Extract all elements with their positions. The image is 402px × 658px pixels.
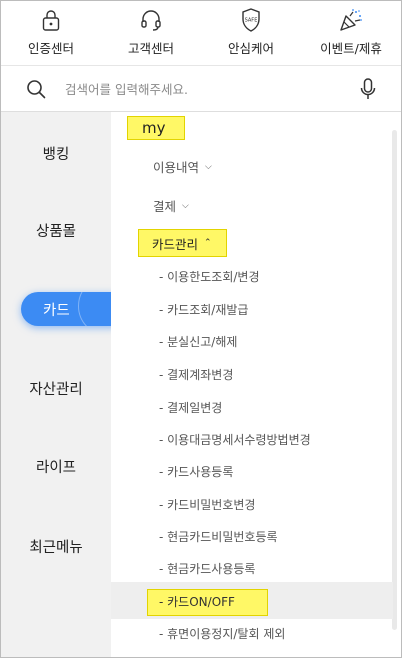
menu-item-card-on-off[interactable]: - 카드ON/OFF bbox=[147, 589, 268, 616]
category-asset-management[interactable]: 자산관리 bbox=[1, 371, 111, 405]
menu-label: 이용내역 bbox=[153, 160, 200, 175]
search-icon[interactable] bbox=[25, 78, 47, 100]
shortcut-auth-center[interactable]: 인증센터 bbox=[3, 7, 99, 57]
card-menu-panel: my 이용내역 ⌵ 결제 ⌵ 카드관리 ⌃ - 이용한도조회/변경 - 카드조회… bbox=[111, 112, 401, 657]
shortcut-label: 이벤트/제휴 bbox=[320, 41, 382, 56]
shield-badge-text: SAFE bbox=[245, 18, 258, 24]
shortcut-event[interactable]: 이벤트/제휴 bbox=[303, 7, 399, 57]
menu-item-card-use-register[interactable]: - 카드사용등록 bbox=[159, 462, 233, 482]
menu-usage-history[interactable]: 이용내역 ⌵ bbox=[153, 157, 212, 176]
category-card-label: 카드 bbox=[43, 302, 70, 319]
category-life[interactable]: 라이프 bbox=[1, 449, 111, 483]
shortcut-customer-center[interactable]: 고객센터 bbox=[103, 7, 199, 57]
menu-payment[interactable]: 결제 ⌵ bbox=[153, 196, 189, 215]
shortcut-label: 인증센터 bbox=[27, 41, 74, 56]
scrollbar[interactable] bbox=[392, 130, 397, 630]
category-recent-menu[interactable]: 최근메뉴 bbox=[1, 529, 111, 563]
app-frame: 인증센터 고객센터 SAFE 안심케어 이벤트/제휴 검색어를 입력해주세요. … bbox=[0, 0, 402, 658]
menu-item-payment-account[interactable]: - 결제계좌변경 bbox=[159, 365, 233, 385]
shortcut-bar: 인증센터 고객센터 SAFE 안심케어 이벤트/제휴 bbox=[1, 1, 401, 65]
microphone-icon[interactable] bbox=[357, 77, 379, 101]
chevron-up-icon: ⌃ bbox=[204, 238, 212, 248]
menu-label: 카드관리 bbox=[152, 236, 199, 252]
lock-icon bbox=[38, 7, 64, 33]
shortcut-label: 고객센터 bbox=[127, 41, 174, 56]
menu-item-card-password[interactable]: - 카드비밀번호변경 bbox=[159, 495, 255, 515]
menu-label: 결제 bbox=[153, 199, 177, 214]
menu-item-statement-method[interactable]: - 이용대금명세서수령방법변경 bbox=[159, 430, 311, 450]
menu-card-management[interactable]: 카드관리 ⌃ bbox=[138, 229, 227, 257]
shield-safe-icon: SAFE bbox=[238, 7, 264, 33]
shortcut-safe-care[interactable]: SAFE 안심케어 bbox=[203, 7, 299, 57]
chevron-down-icon: ⌵ bbox=[182, 200, 189, 211]
menu-item-limit-inquiry[interactable]: - 이용한도조회/변경 bbox=[159, 267, 260, 287]
menu-item-loss-report[interactable]: - 분실신고/해제 bbox=[159, 332, 237, 352]
headset-icon bbox=[138, 7, 164, 33]
menu-item-card-inquiry[interactable]: - 카드조회/재발급 bbox=[159, 300, 248, 320]
category-sidebar: 뱅킹 상품몰 카드 자산관리 라이프 최근메뉴 bbox=[1, 112, 128, 657]
menu-item-dormant-exclusion[interactable]: - 휴면이용정지/탈회 제외 bbox=[159, 624, 285, 644]
menu-item-cash-card-password[interactable]: - 현금카드비밀번호등록 bbox=[159, 527, 278, 547]
chevron-down-icon: ⌵ bbox=[205, 161, 212, 172]
section-title-my: my bbox=[127, 116, 185, 140]
shortcut-label: 안심케어 bbox=[227, 41, 274, 56]
category-banking[interactable]: 뱅킹 bbox=[1, 136, 111, 170]
menu-item-cash-card-register[interactable]: - 현금카드사용등록 bbox=[159, 559, 255, 579]
category-shopping-mall[interactable]: 상품몰 bbox=[1, 213, 111, 247]
menu-item-payment-date[interactable]: - 결제일변경 bbox=[159, 398, 222, 418]
party-popper-icon bbox=[338, 7, 364, 33]
search-bar bbox=[1, 66, 401, 112]
search-input[interactable] bbox=[65, 81, 357, 97]
